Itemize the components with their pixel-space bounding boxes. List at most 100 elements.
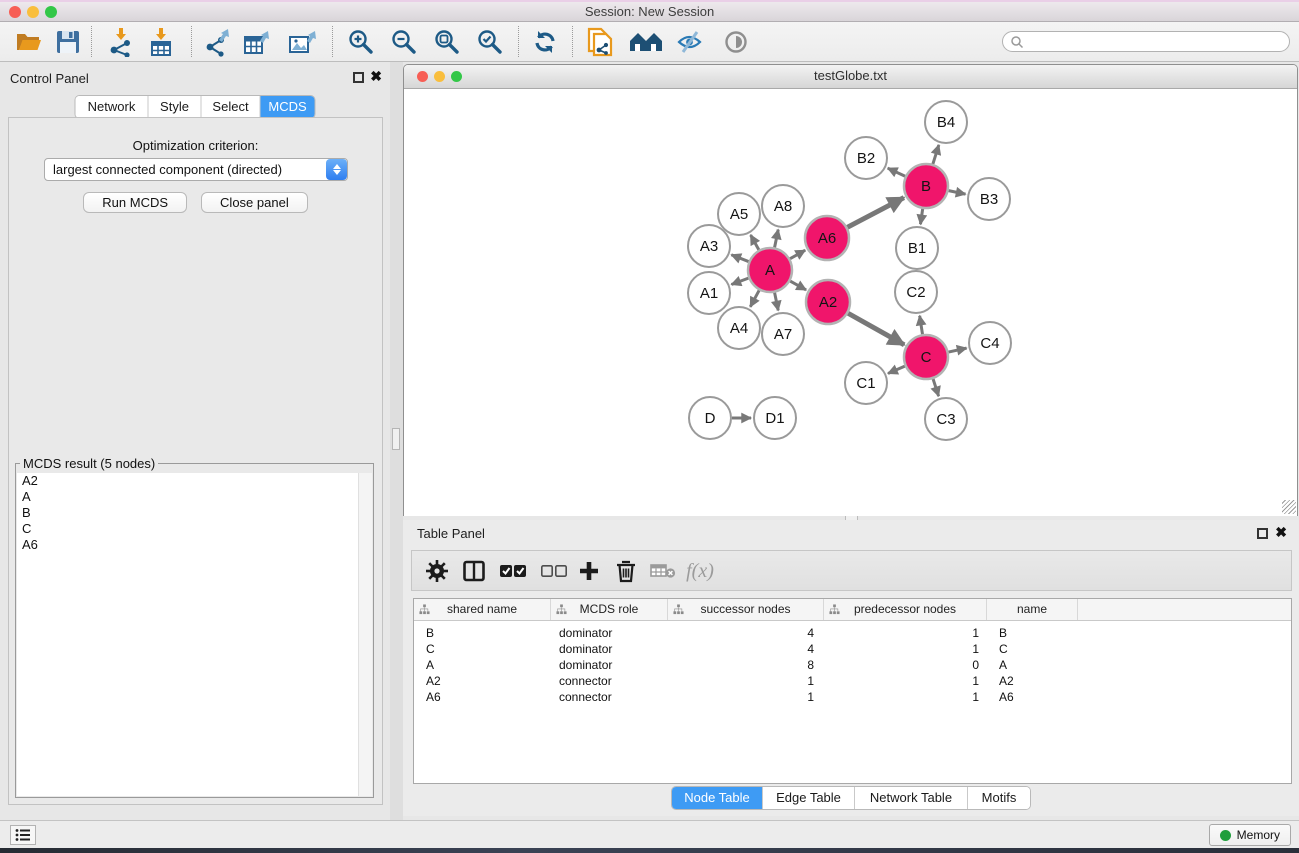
- close-panel-icon[interactable]: ✖: [370, 68, 382, 84]
- close-panel-button[interactable]: Close panel: [201, 192, 308, 213]
- node-C[interactable]: C: [904, 335, 948, 379]
- edge-A-A4[interactable]: [750, 290, 759, 307]
- edge-B-B4[interactable]: [933, 145, 939, 164]
- zoom-out-icon[interactable]: [386, 25, 422, 59]
- mcds-result-item[interactable]: C: [17, 521, 372, 537]
- edge-A2-C[interactable]: [848, 313, 904, 345]
- node-A2[interactable]: A2: [806, 280, 850, 324]
- show-column-icon[interactable]: [458, 555, 490, 587]
- close-window-button[interactable]: [9, 6, 21, 18]
- add-column-icon[interactable]: [573, 555, 605, 587]
- edge-B-B2[interactable]: [888, 168, 905, 176]
- edge-A-A5[interactable]: [751, 235, 759, 250]
- node-D[interactable]: D: [689, 397, 731, 439]
- import-table-icon[interactable]: [143, 25, 179, 59]
- table-row[interactable]: Adominator80A: [414, 657, 1291, 673]
- network-graph[interactable]: A5A8A3AA1A4A7A6A2BB2B4B3B1CC2C4C1C3DD1: [404, 89, 1297, 516]
- float-panel-icon[interactable]: [353, 72, 364, 83]
- column-header-successor-nodes[interactable]: successor nodes: [668, 599, 824, 620]
- result-list-scrollbar[interactable]: [358, 473, 372, 796]
- task-history-button[interactable]: [10, 825, 36, 845]
- refresh-icon[interactable]: [527, 25, 563, 59]
- node-A[interactable]: A: [748, 248, 792, 292]
- zoom-selected-icon[interactable]: [472, 25, 508, 59]
- column-header-predecessor-nodes[interactable]: predecessor nodes: [824, 599, 987, 620]
- network-canvas[interactable]: A5A8A3AA1A4A7A6A2BB2B4B3B1CC2C4C1C3DD1: [404, 89, 1297, 516]
- zoom-network-button[interactable]: [451, 71, 462, 82]
- network-window-titlebar[interactable]: testGlobe.txt: [404, 65, 1297, 89]
- export-image-icon[interactable]: [285, 25, 321, 59]
- tab-mcds[interactable]: MCDS: [261, 96, 315, 118]
- search-field[interactable]: [1002, 31, 1290, 52]
- node-A4[interactable]: A4: [718, 307, 760, 349]
- node-C1[interactable]: C1: [845, 362, 887, 404]
- node-A3[interactable]: A3: [688, 225, 730, 267]
- edge-A-A2[interactable]: [790, 281, 806, 290]
- mcds-result-item[interactable]: B: [17, 505, 372, 521]
- edge-B-B1[interactable]: [920, 209, 922, 224]
- node-table[interactable]: shared nameMCDS rolesuccessor nodesprede…: [413, 598, 1292, 784]
- edge-A-A3[interactable]: [731, 255, 748, 262]
- close-network-button[interactable]: [417, 71, 428, 82]
- search-input[interactable]: [1024, 34, 1289, 50]
- table-settings-gear-icon[interactable]: [421, 555, 453, 587]
- node-A1[interactable]: A1: [688, 272, 730, 314]
- hide-selected-icon[interactable]: [672, 25, 708, 59]
- node-A5[interactable]: A5: [718, 193, 760, 235]
- table-row[interactable]: A2connector11A2: [414, 673, 1291, 689]
- tab-select[interactable]: Select: [202, 96, 261, 118]
- vertical-splitter[interactable]: [390, 62, 403, 820]
- memory-button[interactable]: Memory: [1209, 824, 1291, 846]
- float-table-panel-icon[interactable]: [1257, 528, 1268, 539]
- save-session-icon[interactable]: [50, 25, 86, 59]
- show-all-icon[interactable]: [718, 25, 754, 59]
- node-C4[interactable]: C4: [969, 322, 1011, 364]
- minimize-window-button[interactable]: [27, 6, 39, 18]
- edge-C-C2[interactable]: [920, 316, 923, 335]
- node-B[interactable]: B: [904, 164, 948, 208]
- edge-A-A8[interactable]: [775, 230, 779, 248]
- node-A6[interactable]: A6: [805, 216, 849, 260]
- column-header-MCDS-role[interactable]: MCDS role: [551, 599, 668, 620]
- zoom-in-icon[interactable]: [343, 25, 379, 59]
- tab-edge-table[interactable]: Edge Table: [763, 787, 855, 809]
- node-B1[interactable]: B1: [896, 227, 938, 269]
- node-B2[interactable]: B2: [845, 137, 887, 179]
- criterion-dropdown[interactable]: largest connected component (directed): [44, 158, 348, 181]
- edge-A-A7[interactable]: [775, 293, 779, 311]
- tab-node-table[interactable]: Node Table: [672, 787, 763, 809]
- edge-A-A6[interactable]: [790, 250, 805, 259]
- import-network-icon[interactable]: [103, 25, 139, 59]
- select-all-columns-icon[interactable]: [497, 555, 529, 587]
- export-table-icon[interactable]: [239, 25, 275, 59]
- delete-table-icon[interactable]: [647, 555, 679, 587]
- edge-C-C3[interactable]: [933, 379, 939, 396]
- new-network-from-selection-icon[interactable]: [582, 25, 618, 59]
- resize-grip-icon[interactable]: [1282, 500, 1296, 514]
- first-neighbors-icon[interactable]: [628, 25, 664, 59]
- edge-A6-B[interactable]: [847, 198, 904, 228]
- unselect-all-columns-icon[interactable]: [538, 555, 570, 587]
- edge-C-C4[interactable]: [948, 348, 966, 352]
- export-network-icon[interactable]: [201, 25, 237, 59]
- mcds-result-item[interactable]: A2: [17, 473, 372, 489]
- table-row[interactable]: A6connector11A6: [414, 689, 1291, 705]
- zoom-fit-icon[interactable]: [429, 25, 465, 59]
- tab-network-table[interactable]: Network Table: [855, 787, 968, 809]
- tab-style[interactable]: Style: [149, 96, 202, 118]
- delete-columns-trash-icon[interactable]: [610, 555, 642, 587]
- edge-B-B3[interactable]: [949, 191, 966, 195]
- function-builder-icon[interactable]: f(x): [684, 555, 716, 587]
- column-header-shared-name[interactable]: shared name: [414, 599, 551, 620]
- mcds-result-item[interactable]: A6: [17, 537, 372, 553]
- splitter-grip[interactable]: [392, 428, 400, 450]
- node-C2[interactable]: C2: [895, 271, 937, 313]
- open-session-icon[interactable]: [10, 25, 46, 59]
- mcds-result-item[interactable]: A: [17, 489, 372, 505]
- node-C3[interactable]: C3: [925, 398, 967, 440]
- node-B4[interactable]: B4: [925, 101, 967, 143]
- zoom-window-button[interactable]: [45, 6, 57, 18]
- edge-C-C1[interactable]: [888, 366, 905, 373]
- minimize-network-button[interactable]: [434, 71, 445, 82]
- edge-A-A1[interactable]: [731, 278, 748, 284]
